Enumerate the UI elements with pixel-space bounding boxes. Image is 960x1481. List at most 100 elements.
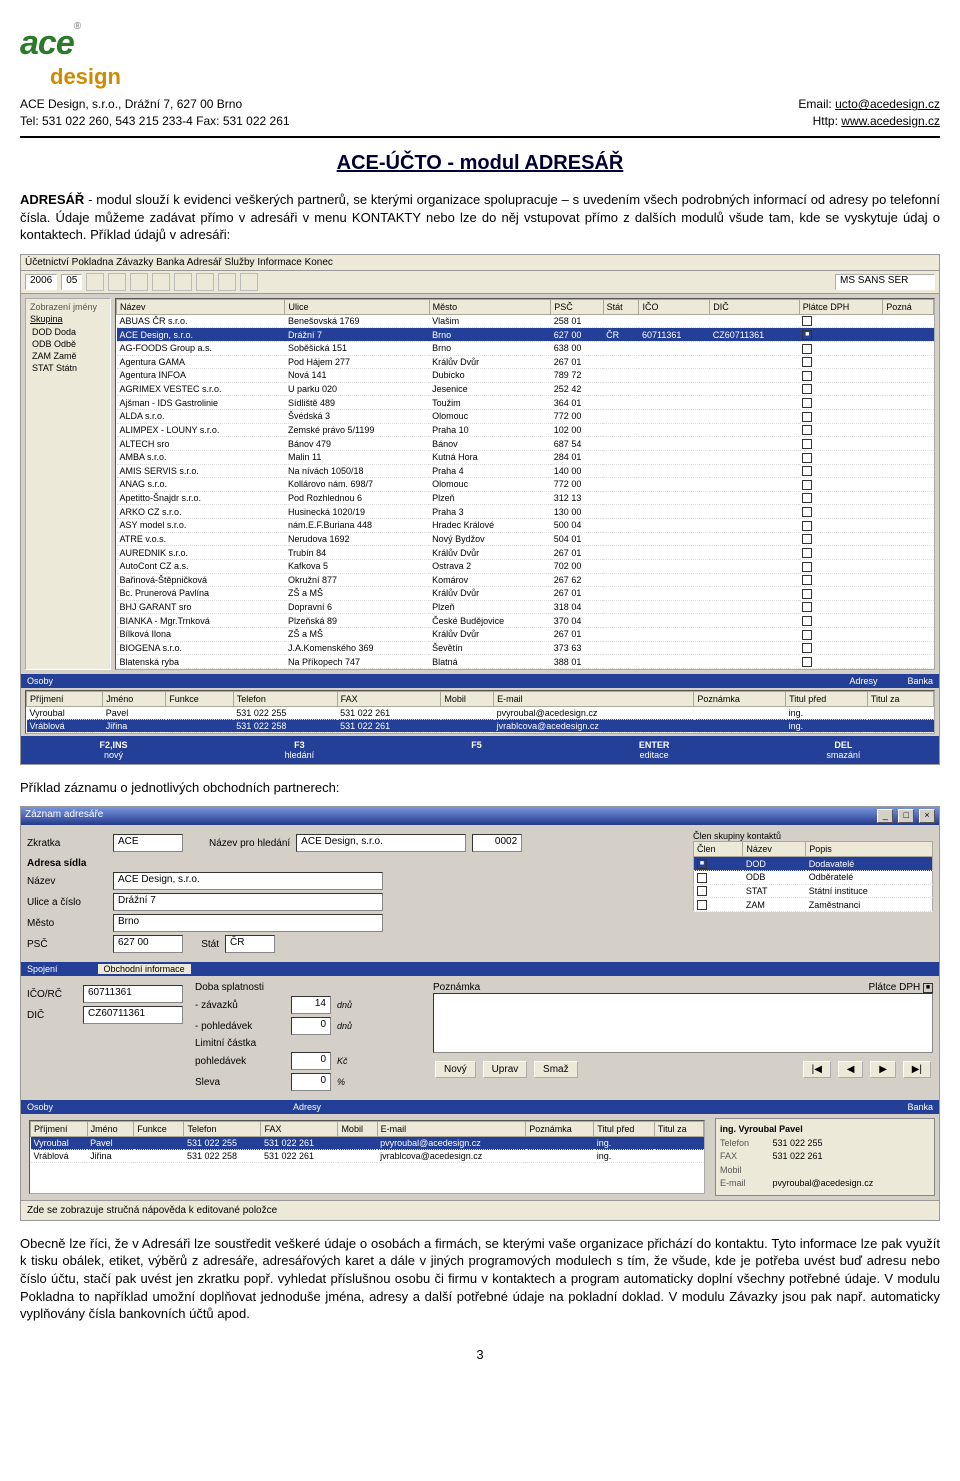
toolbar-button[interactable]: [130, 273, 148, 291]
table-row[interactable]: STATStátní instituce: [694, 884, 933, 898]
nav-last-icon[interactable]: ▶|: [903, 1061, 931, 1078]
table-row[interactable]: ARKO CZ s.r.o.Husinecká 1020/19Praha 313…: [117, 505, 934, 519]
zkratka-input[interactable]: ACE: [113, 834, 183, 852]
sidebar-item[interactable]: ZAM Zamě: [30, 350, 106, 362]
table-row[interactable]: ATRE v.o.s.Nerudova 1692Nový Bydžov504 0…: [117, 532, 934, 546]
nav-next-icon[interactable]: ▶: [870, 1061, 896, 1078]
table-row[interactable]: Ajšman - IDS GastrolinieSídliště 489Touž…: [117, 396, 934, 410]
tab-spojeni[interactable]: Spojení: [27, 964, 58, 974]
stat-input[interactable]: ČR: [225, 935, 275, 953]
zav-input[interactable]: 14: [291, 996, 331, 1014]
tab-adresy-2[interactable]: Adresy: [293, 1102, 321, 1112]
table-row[interactable]: AUREDNIK s.r.o.Trubín 84Králův Dvůr267 0…: [117, 546, 934, 560]
table-row[interactable]: Agentura GAMAPod Hájem 277Králův Dvůr267…: [117, 355, 934, 369]
toolbar-button[interactable]: [108, 273, 126, 291]
nav-first-icon[interactable]: |◀: [803, 1061, 831, 1078]
table-row[interactable]: ALIMPEX - LOUNY s.r.o.Zemské právo 5/119…: [117, 423, 934, 437]
table-row[interactable]: Bílková IlonaZŠ a MŠKrálův Dvůr267 01: [117, 628, 934, 642]
table-row[interactable]: ASY model s.r.o.nám.E.F.Buriana 448Hrade…: [117, 519, 934, 533]
tab-obch-info[interactable]: Obchodní informace: [98, 964, 191, 974]
table-row[interactable]: AutoCont CZ a.s.Kafkova 5Ostrava 2702 00: [117, 559, 934, 573]
sidebar-item[interactable]: STAT Státn: [30, 362, 106, 374]
sidebar-item[interactable]: DOD Doda: [30, 326, 106, 338]
nav-prev-icon[interactable]: ◀: [838, 1061, 864, 1078]
menubar[interactable]: Účetnictví Pokladna Závazky Banka Adresá…: [21, 255, 939, 271]
table-row[interactable]: AMIS SERVIS s.r.o.Na nívách 1050/18Praha…: [117, 464, 934, 478]
table-row[interactable]: AMBA s.r.o.Malin 11Kutná Hora284 01: [117, 450, 934, 464]
subpanel-tabs[interactable]: Osoby Adresy Banka: [21, 674, 939, 688]
table-row[interactable]: ODBOdběratelé: [694, 871, 933, 885]
sleva-input[interactable]: 0: [291, 1073, 331, 1091]
info-tabs[interactable]: Spojení Obchodní informace: [21, 962, 939, 976]
toolbar-button[interactable]: [196, 273, 214, 291]
fkey-hint: F3hledání: [285, 740, 315, 760]
mesto-input[interactable]: Brno: [113, 914, 383, 932]
ico-input[interactable]: 60711361: [83, 985, 183, 1003]
zav-label: - závazků: [195, 1000, 285, 1011]
nazev-input[interactable]: ACE Design, s.r.o.: [113, 872, 383, 890]
toolbar-button[interactable]: [240, 273, 258, 291]
dic-input[interactable]: CZ60711361: [83, 1006, 183, 1024]
tab-adresy[interactable]: Adresy: [849, 676, 877, 686]
table-row[interactable]: AGRIMEX VESTEC s.r.o.U parku 020Jesenice…: [117, 382, 934, 396]
menubar-items[interactable]: Účetnictví Pokladna Závazky Banka Adresá…: [25, 257, 333, 268]
close-icon[interactable]: ×: [919, 809, 935, 823]
table-row[interactable]: AG-FOODS Group a.s.Soběšická 151Brno638 …: [117, 341, 934, 355]
page-number: 3: [20, 1347, 940, 1362]
table-row[interactable]: BHJ GARANT sroDopravní 6Plzeň318 04: [117, 600, 934, 614]
lim-input[interactable]: 0: [291, 1052, 331, 1070]
smaz-button[interactable]: Smaž: [534, 1061, 578, 1078]
email-link[interactable]: ucto@acedesign.cz: [835, 97, 940, 111]
table-row[interactable]: Agentura INFOANová 141Dubicko789 72: [117, 369, 934, 383]
poznamka-textarea[interactable]: [433, 993, 933, 1053]
persons-grid-2[interactable]: PříjmeníJménoFunkceTelefonFAXMobilE-mail…: [29, 1120, 705, 1194]
toolbar-button[interactable]: [218, 273, 236, 291]
table-row[interactable]: VráblováJiřina531 022 258531 022 261jvra…: [31, 1150, 704, 1163]
pohl-input[interactable]: 0: [291, 1017, 331, 1035]
table-row[interactable]: BIANKA - Mgr.TrnkováPlzeňská 89České Bud…: [117, 614, 934, 628]
tab-osoby[interactable]: Osoby: [27, 676, 53, 686]
nazev-hledani-input[interactable]: ACE Design, s.r.o.: [296, 834, 466, 852]
table-row[interactable]: Bařinová-ŠtěpničkováOkružní 877Komárov26…: [117, 573, 934, 587]
sidebar-item[interactable]: ODB Odbě: [30, 338, 106, 350]
table-row[interactable]: VyroubalPavel531 022 255531 022 261pvyro…: [31, 1137, 704, 1150]
tab-banka-2[interactable]: Banka: [907, 1102, 933, 1112]
table-row[interactable]: Blatenská rybaNa Příkopech 747Blatná388 …: [117, 655, 934, 669]
toolbar-font[interactable]: MS SANS SER: [835, 274, 935, 290]
toolbar-year[interactable]: 2006: [25, 274, 57, 290]
table-row[interactable]: VyroubalPavel531 022 255531 022 261pvyro…: [27, 706, 934, 719]
table-row[interactable]: VráblováJiřina531 022 258531 022 261jvra…: [27, 719, 934, 732]
toolbar-button[interactable]: [152, 273, 170, 291]
tab-osoby-2[interactable]: Osoby: [27, 1102, 53, 1112]
table-row[interactable]: DODDodavatelé: [694, 857, 933, 871]
sidebar-groups[interactable]: Zobrazení jmény Skupina DOD DodaODB Odbě…: [25, 298, 111, 670]
toolbar-button[interactable]: [174, 273, 192, 291]
tab-banka[interactable]: Banka: [907, 676, 933, 686]
toolbar-month[interactable]: 05: [61, 274, 82, 290]
novy-button[interactable]: Nový: [435, 1061, 476, 1078]
table-row[interactable]: Bc. Prunerová PavlínaZŠ a MŠKrálův Dvůr2…: [117, 587, 934, 601]
table-row[interactable]: ABUAS ČR s.r.o.Benešovská 1769Vlašim258 …: [117, 314, 934, 328]
table-row[interactable]: ALTECH sroBánov 479Bánov687 54: [117, 437, 934, 451]
cislo-input[interactable]: 0002: [472, 834, 522, 852]
table-row[interactable]: ALDA s.r.o.Švédská 3Olomouc772 00: [117, 410, 934, 424]
maximize-icon[interactable]: □: [898, 809, 914, 823]
table-row[interactable]: ACE Design, s.r.o.Drážní 7Brno627 00ČR60…: [117, 328, 934, 342]
toolbar[interactable]: 2006 05 MS SANS SER: [21, 271, 939, 294]
minimize-icon[interactable]: _: [877, 809, 893, 823]
sidebar-zobrazeni: Zobrazení jmény: [28, 301, 108, 313]
web-link[interactable]: www.acedesign.cz: [841, 114, 940, 128]
toolbar-button[interactable]: [86, 273, 104, 291]
table-row[interactable]: BIOGENA s.r.o.J.A.Komenského 369Ševětín3…: [117, 641, 934, 655]
uprav-button[interactable]: Uprav: [483, 1061, 528, 1078]
persons-grid[interactable]: PříjmeníJménoFunkceTelefonFAXMobilE-mail…: [25, 690, 935, 734]
table-row[interactable]: Apetitto-Šnajdr s.r.o.Pod Rozhlednou 6Pl…: [117, 491, 934, 505]
table-row[interactable]: ANAG s.r.o.Kollárovo nám. 698/7Olomouc77…: [117, 478, 934, 492]
contact-list[interactable]: NázevUliceMěstoPSČStátIČODIČPlátce DPHPo…: [115, 298, 935, 670]
platce-dph-checkbox[interactable]: [923, 983, 933, 993]
subpanel-tabs-2[interactable]: Osoby Adresy Banka: [21, 1100, 939, 1114]
table-row[interactable]: ZAMZaměstnanci: [694, 898, 933, 912]
sleva-unit: %: [337, 1077, 345, 1087]
psc-input[interactable]: 627 00: [113, 935, 183, 953]
ulice-input[interactable]: Drážní 7: [113, 893, 383, 911]
